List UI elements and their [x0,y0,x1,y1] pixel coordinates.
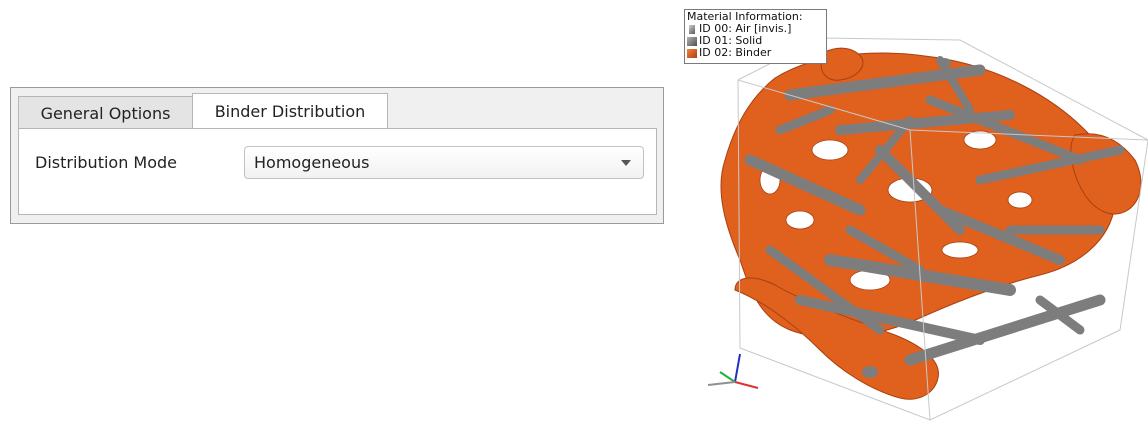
material-legend: Material Information: ID 00: Air [invis.… [684,9,827,64]
tab-general-options[interactable]: General Options [18,96,193,129]
distribution-mode-value: Homogeneous [254,153,370,172]
tab-content: Distribution Mode Homogeneous [18,128,657,215]
air-swatch-icon [689,24,695,34]
distribution-mode-select[interactable]: Homogeneous [244,146,644,179]
tab-binder-distribution-label: Binder Distribution [214,102,366,121]
tab-general-options-label: General Options [40,103,171,123]
distribution-mode-label: Distribution Mode [35,153,178,172]
legend-item-binder-label: ID 02: Binder [699,46,772,59]
axes-triad [707,353,759,389]
legend-item-binder: ID 02: Binder [687,47,826,59]
solid-swatch-icon [687,36,697,46]
binder-swatch-icon [687,48,697,58]
3d-viewer[interactable]: Material Information: ID 00: Air [invis.… [680,0,1148,421]
tab-binder-distribution[interactable]: Binder Distribution [192,93,388,129]
chevron-down-icon[interactable] [621,160,631,166]
binder-options-panel: General Options Binder Distribution Dist… [10,87,664,224]
